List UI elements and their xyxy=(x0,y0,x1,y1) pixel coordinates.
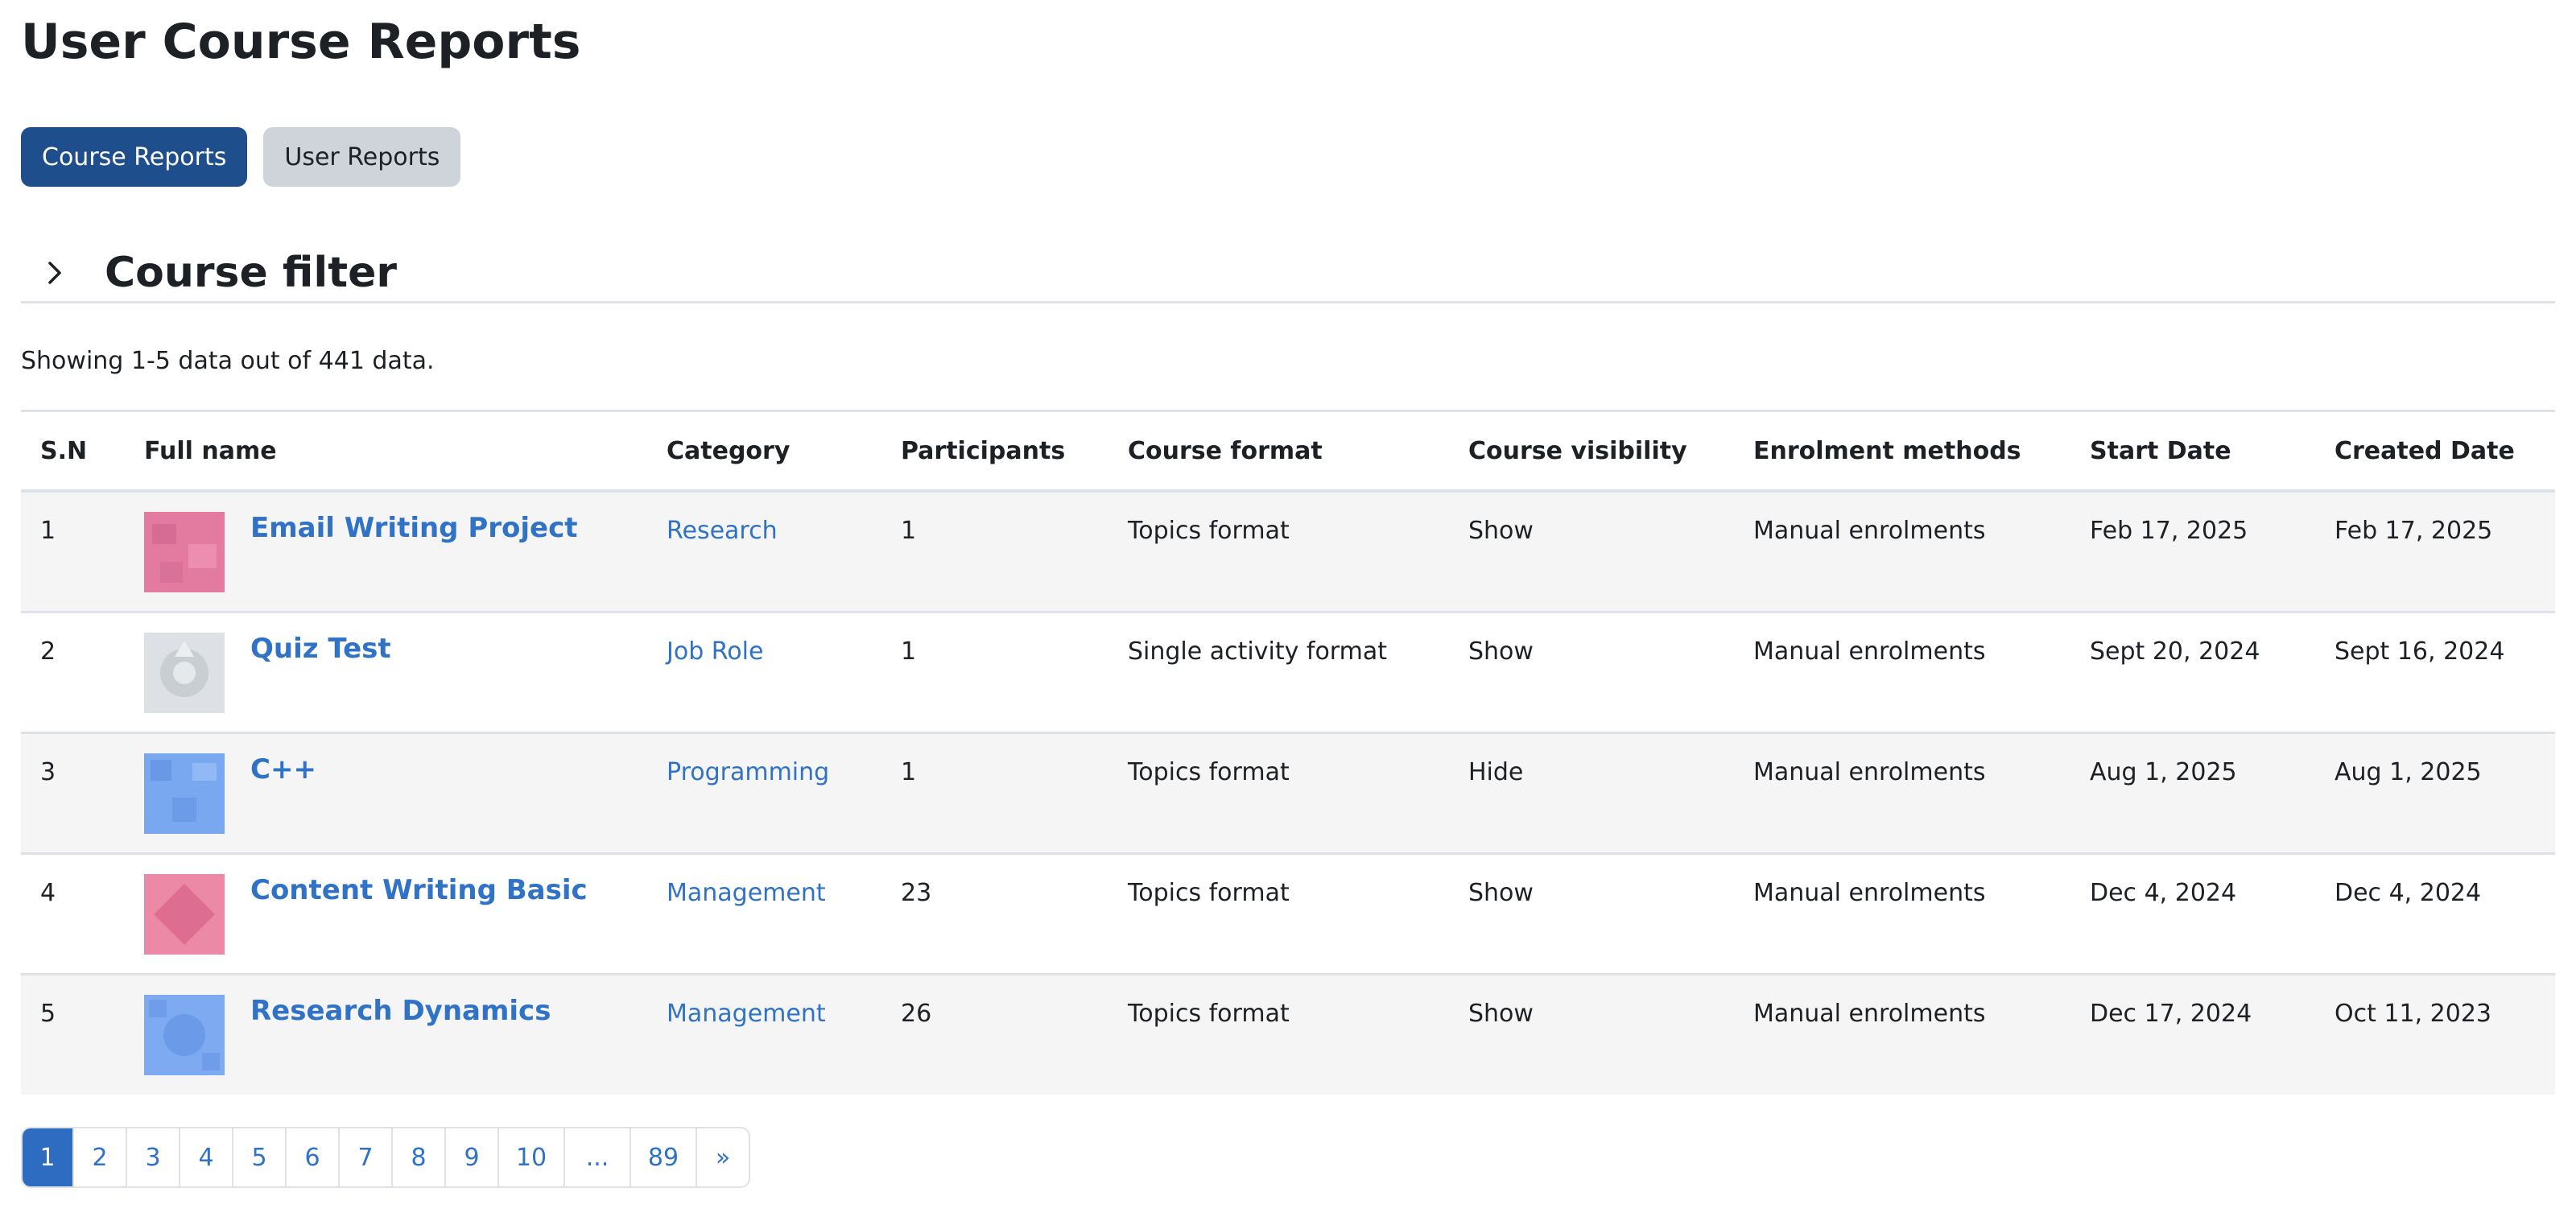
cell-course-format: Single activity format xyxy=(1108,610,1449,732)
cell-full-name: C++ xyxy=(125,731,647,853)
table-row: 3 C++ Programming 1 Topics format Hide M… xyxy=(21,731,2555,853)
course-image[interactable] xyxy=(144,512,225,592)
cell-sn: 2 xyxy=(21,610,125,732)
column-header-category[interactable]: Category xyxy=(647,410,881,493)
course-filter-title: Course filter xyxy=(105,249,398,297)
cell-course-visibility: Show xyxy=(1468,517,1534,545)
course-name-link[interactable]: Content Writing Basic xyxy=(250,874,588,906)
category-link[interactable]: Research xyxy=(667,517,778,545)
column-header-participants[interactable]: Participants xyxy=(881,410,1108,493)
cell-course-format: Topics format xyxy=(1108,731,1449,853)
page-link-7[interactable]: 7 xyxy=(338,1128,391,1186)
page-link-5[interactable]: 5 xyxy=(232,1128,285,1186)
cell-full-name: Email Writing Project xyxy=(125,491,647,612)
cell-start-date: Sept 20, 2024 xyxy=(2070,610,2315,732)
course-reports-button[interactable]: Course Reports xyxy=(21,127,248,187)
results-summary: Showing 1-5 data out of 441 data. xyxy=(21,347,435,375)
column-header-created-date[interactable]: Created Date xyxy=(2315,410,2555,493)
table-row: 4 Content Writing Basic Management 23 To… xyxy=(21,852,2555,974)
page: User Course Reports Course Reports User … xyxy=(0,0,2576,1188)
cell-participants: 23 xyxy=(881,852,1108,974)
cell-sn: 5 xyxy=(21,972,125,1095)
chevron-right-icon[interactable] xyxy=(42,255,77,291)
course-report-table: S.N Full name Category Participants Cour… xyxy=(21,410,2555,1095)
cell-full-name: Content Writing Basic xyxy=(125,852,647,974)
column-header-course-visibility[interactable]: Course visibility xyxy=(1449,410,1734,493)
course-image[interactable] xyxy=(144,873,225,955)
page-link-2[interactable]: 2 xyxy=(72,1128,126,1186)
table-header-row: S.N Full name Category Participants Cour… xyxy=(21,410,2555,493)
course-filter-header[interactable]: Course filter xyxy=(21,245,2555,303)
cell-category: Management xyxy=(647,852,881,974)
column-header-course-format[interactable]: Course format xyxy=(1108,410,1449,493)
cell-category: Programming xyxy=(647,731,881,853)
page-link-1[interactable]: 1 xyxy=(23,1128,72,1186)
cell-created-date: Sept 16, 2024 xyxy=(2315,610,2555,732)
cell-category: Management xyxy=(647,972,881,1095)
page-ellipsis: ... xyxy=(564,1128,630,1186)
page-link-3[interactable]: 3 xyxy=(126,1128,179,1186)
cell-course-format: Topics format xyxy=(1128,517,1290,545)
cell-participants: 26 xyxy=(881,972,1108,1095)
cell-enrolment-methods: Manual enrolments xyxy=(1734,852,2070,974)
cell-enrolment-methods: Manual enrolments xyxy=(1734,731,2070,853)
cell-course-visibility: Show xyxy=(1449,852,1734,974)
cell-created-date: Aug 1, 2025 xyxy=(2315,731,2555,853)
user-reports-button[interactable]: User Reports xyxy=(263,127,461,187)
column-header-start-date[interactable]: Start Date xyxy=(2070,410,2315,493)
cell-course-format: Topics format xyxy=(1108,972,1449,1095)
course-name-link[interactable]: C++ xyxy=(250,753,316,786)
cell-enrolment-methods: Manual enrolments xyxy=(1734,610,2070,732)
category-link[interactable]: Management xyxy=(667,1000,826,1028)
cell-enrolment-methods: Manual enrolments xyxy=(1734,972,2070,1095)
cell-participants: 1 xyxy=(881,610,1108,732)
page-link-4[interactable]: 4 xyxy=(179,1128,232,1186)
column-header-sn[interactable]: S.N xyxy=(21,410,125,493)
category-link[interactable]: Management xyxy=(667,879,826,907)
course-image[interactable] xyxy=(144,753,225,834)
page-title: User Course Reports xyxy=(21,14,581,70)
table-row: 5 Research Dynamics Management 26 Topics… xyxy=(21,972,2555,1095)
category-link[interactable]: Programming xyxy=(667,758,829,786)
page-link-89[interactable]: 89 xyxy=(630,1128,696,1186)
page-link-10[interactable]: 10 xyxy=(497,1128,564,1186)
page-link-9[interactable]: 9 xyxy=(444,1128,497,1186)
cell-sn: 4 xyxy=(21,852,125,974)
cell-course-format: Topics format xyxy=(1108,852,1449,974)
cell-start-date: Dec 4, 2024 xyxy=(2070,852,2315,974)
cell-participants: 1 xyxy=(881,731,1108,853)
cell-category: Research xyxy=(647,491,881,612)
course-name-link[interactable]: Research Dynamics xyxy=(250,995,551,1027)
cell-course-visibility: Show xyxy=(1449,610,1734,732)
cell-enrolment-methods: Manual enrolments xyxy=(1753,517,1986,545)
cell-course-visibility: Show xyxy=(1449,972,1734,1095)
cell-created-date: Feb 17, 2025 xyxy=(2334,517,2493,545)
cell-created-date: Oct 11, 2023 xyxy=(2315,972,2555,1095)
cell-full-name: Quiz Test xyxy=(125,610,647,732)
cell-course-visibility: Hide xyxy=(1449,731,1734,853)
pagination: 1 2 3 4 5 6 7 8 9 10 ... 89 » xyxy=(21,1127,750,1188)
course-name-link[interactable]: Quiz Test xyxy=(250,633,391,665)
page-link-6[interactable]: 6 xyxy=(285,1128,338,1186)
table-row: 2 Quiz Test Job Role 1 Single activity f… xyxy=(21,610,2555,732)
course-image[interactable] xyxy=(144,994,225,1075)
cell-start-date: Aug 1, 2025 xyxy=(2070,731,2315,853)
course-image[interactable] xyxy=(144,632,225,713)
cell-start-date: Dec 17, 2024 xyxy=(2070,972,2315,1095)
category-link[interactable]: Job Role xyxy=(667,637,763,666)
cell-start-date: Feb 17, 2025 xyxy=(2090,517,2248,545)
page-link-8[interactable]: 8 xyxy=(391,1128,444,1186)
cell-category: Job Role xyxy=(647,610,881,732)
table-row: 1 Email Writing Project Research 1 Topic… xyxy=(21,491,2555,612)
report-tabs: Course Reports User Reports xyxy=(21,127,2555,187)
cell-participants: 1 xyxy=(901,517,917,545)
cell-created-date: Dec 4, 2024 xyxy=(2315,852,2555,974)
column-header-full-name[interactable]: Full name xyxy=(125,410,647,493)
cell-sn: 1 xyxy=(40,517,56,545)
column-header-enrolment-methods[interactable]: Enrolment methods xyxy=(1734,410,2070,493)
cell-full-name: Research Dynamics xyxy=(125,972,647,1095)
next-page-button[interactable]: » xyxy=(696,1128,749,1186)
course-name-link[interactable]: Email Writing Project xyxy=(250,512,578,544)
cell-sn: 3 xyxy=(21,731,125,853)
